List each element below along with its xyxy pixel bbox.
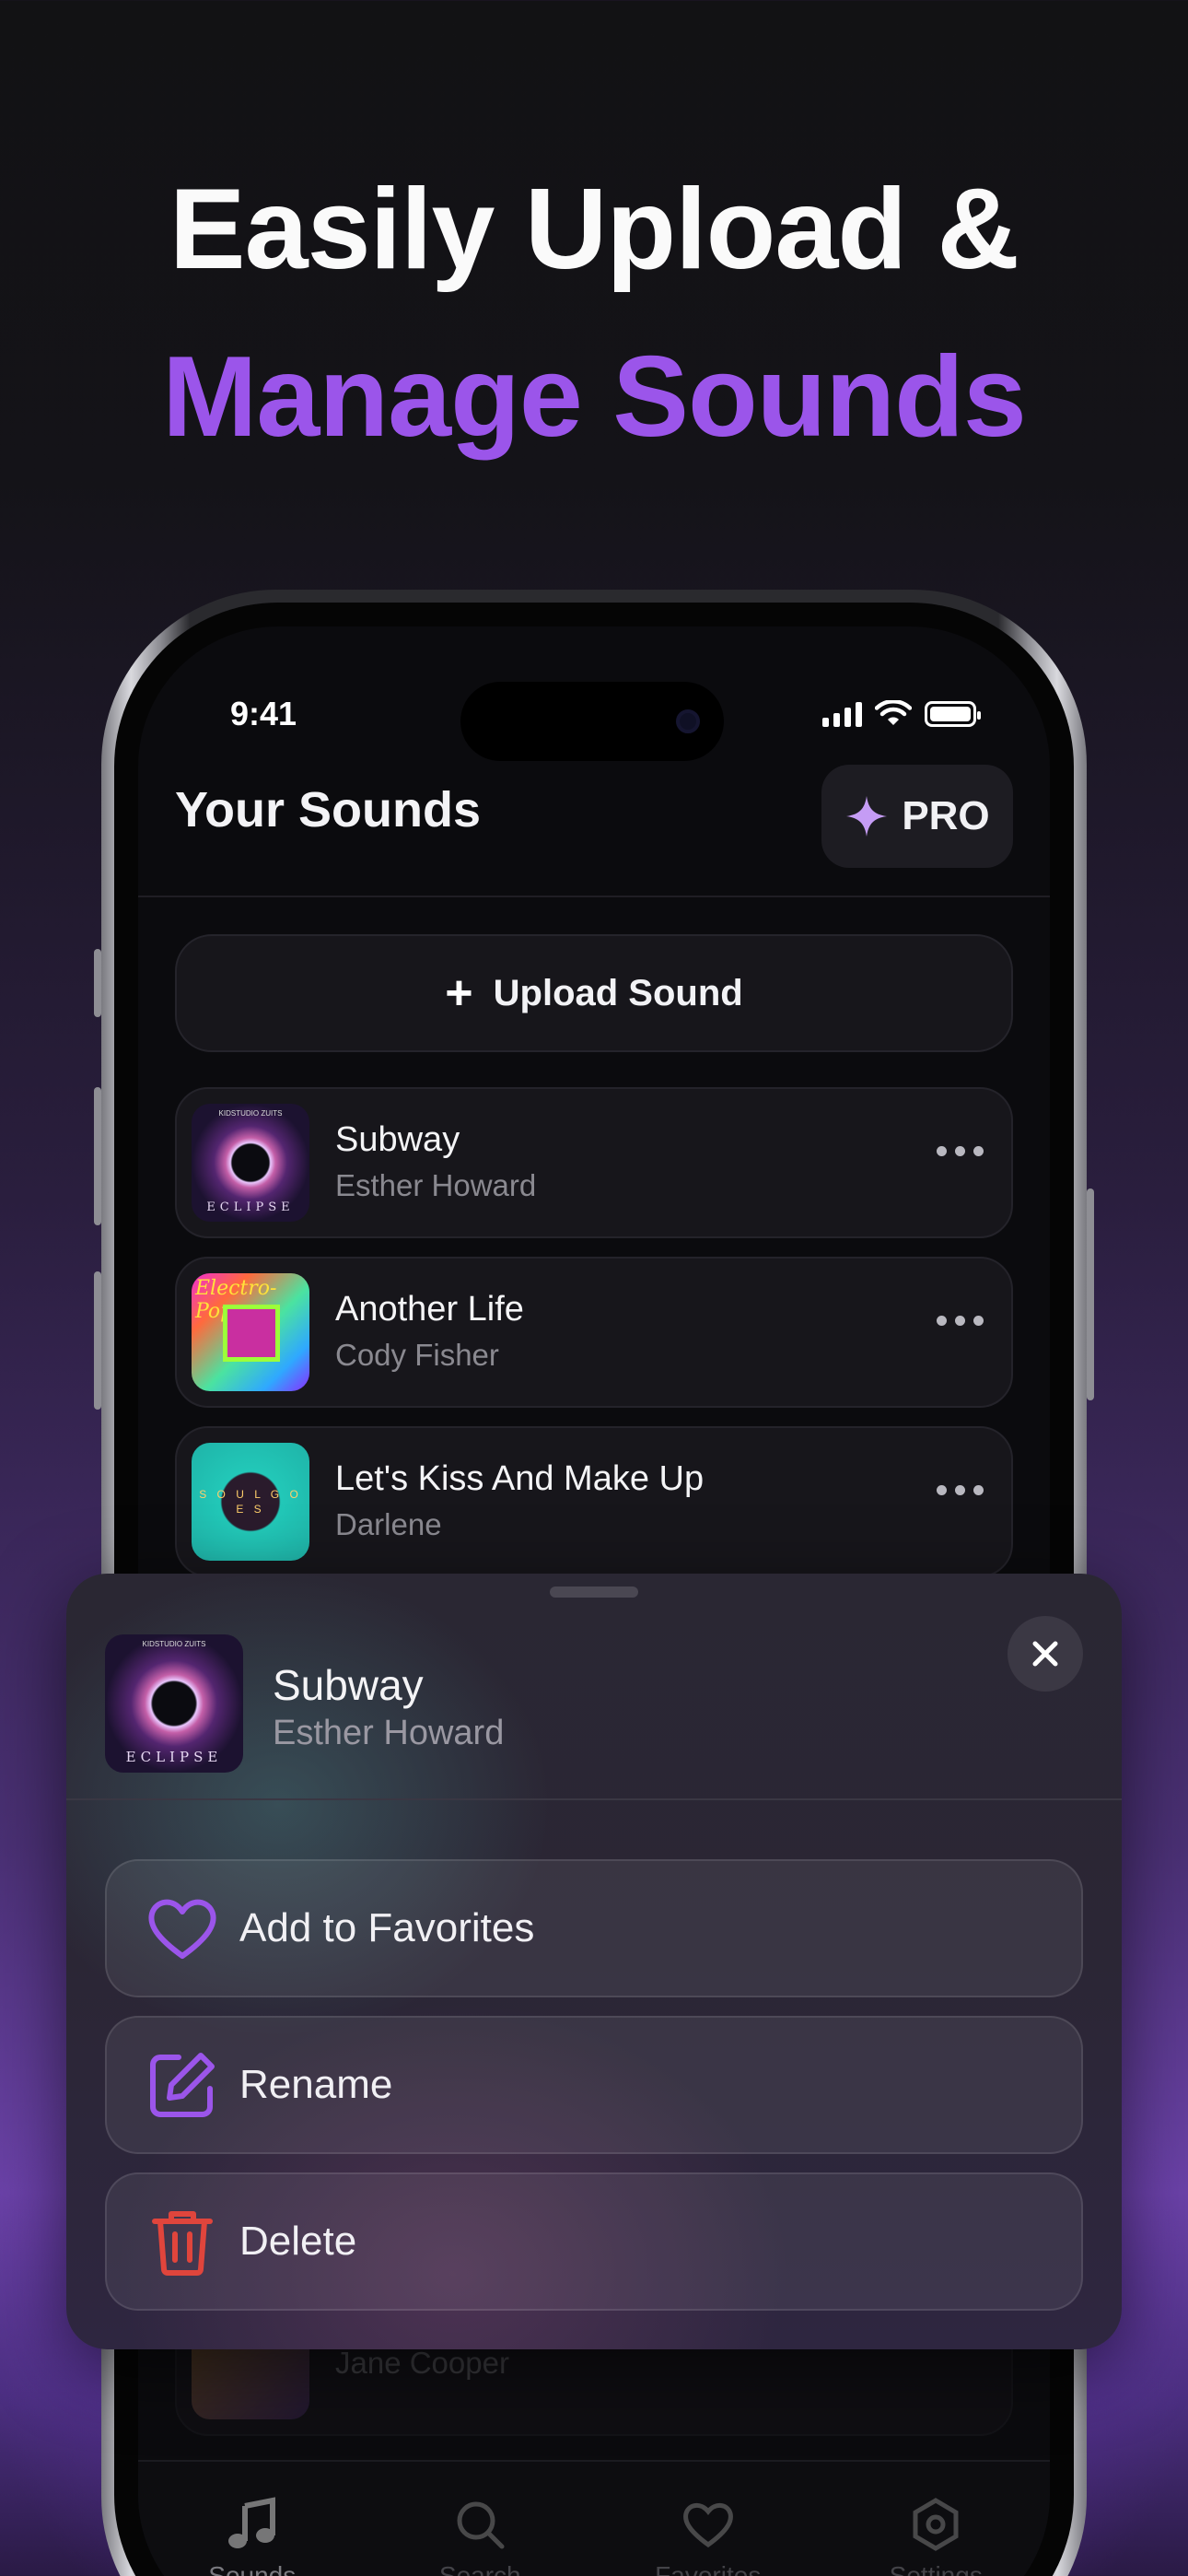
track-row[interactable]: S O U L G O E S Let's Kiss And Make Up D… (175, 1426, 1013, 1577)
album-art-top-text: KIDSTUDIO ZUITS (218, 1109, 283, 1118)
signal-icon (822, 701, 862, 727)
tab-bar: Sounds Search Favorites Settings (138, 2460, 1050, 2576)
trash-icon (152, 2211, 213, 2276)
pro-label: PRO (902, 793, 990, 838)
album-art: KIDSTUDIO ZUITS ECLIPSE (105, 1634, 243, 1773)
track-artist: Esther Howard (335, 1168, 537, 1202)
action-label: Delete (239, 2219, 357, 2264)
track-artist: Cody Fisher (335, 1338, 499, 1372)
status-time: 9:41 (230, 695, 297, 732)
track-title: Subway (335, 1120, 460, 1159)
tab-label: Favorites (655, 2561, 762, 2576)
sheet-divider (66, 1798, 1122, 1800)
phone-volume-down (94, 1271, 101, 1410)
tab-sounds[interactable]: Sounds (160, 2495, 344, 2576)
sheet-track-artist: Esther Howard (273, 1714, 505, 1752)
track-title: Another Life (335, 1290, 524, 1329)
track-row[interactable]: KIDSTUDIO ZUITS ECLIPSE Subway Esther Ho… (175, 1087, 1013, 1238)
close-button[interactable] (1007, 1616, 1083, 1692)
album-art: Electro-Pop (192, 1273, 309, 1391)
headline-line-1: Easily Upload & (169, 166, 1019, 293)
delete-button[interactable]: Delete (105, 2172, 1083, 2311)
sheet-grabber[interactable] (550, 1587, 638, 1598)
status-icons (822, 700, 981, 728)
album-art-text: S O U L G O E S (199, 1488, 302, 1516)
tab-label: Search (438, 2561, 521, 2576)
page-title: Your Sounds (175, 782, 481, 837)
header-divider (138, 896, 1050, 897)
tab-settings[interactable]: Settings (844, 2495, 1028, 2576)
sheet-track-title: Subway (273, 1661, 424, 1709)
settings-icon (913, 2498, 959, 2551)
more-options-icon[interactable] (937, 1146, 984, 1156)
plus-icon: + (445, 966, 473, 1020)
track-artist: Darlene (335, 1507, 442, 1541)
heart-icon (148, 1899, 216, 1959)
track-title: Let's Kiss And Make Up (335, 1459, 705, 1498)
edit-icon (150, 2053, 215, 2117)
album-art: S O U L G O E S (192, 1443, 309, 1561)
battery-icon (925, 701, 981, 727)
more-options-icon[interactable] (937, 1316, 984, 1326)
track-artist: Jane Cooper (335, 2346, 509, 2380)
album-art-top-text: KIDSTUDIO ZUITS (142, 1640, 206, 1648)
heart-icon (682, 2503, 733, 2548)
album-art-text: ECLIPSE (125, 1749, 223, 1765)
tab-search[interactable]: Search (388, 2495, 572, 2576)
action-label: Add to Favorites (239, 1905, 535, 1950)
headline-line-2: Manage Sounds (162, 334, 1027, 461)
upload-sound-label: Upload Sound (493, 972, 743, 1013)
search-icon (457, 2501, 505, 2549)
phone-volume-up (94, 1087, 101, 1225)
more-options-icon[interactable] (937, 1485, 984, 1495)
album-art: KIDSTUDIO ZUITS ECLIPSE (192, 1104, 309, 1222)
rename-button[interactable]: Rename (105, 2016, 1083, 2154)
album-art-text: ECLIPSE (206, 1200, 295, 1214)
wifi-icon (875, 700, 912, 725)
track-row[interactable]: Electro-Pop Another Life Cody Fisher (175, 1257, 1013, 1408)
music-note-icon (227, 2497, 275, 2548)
phone-power-button (1087, 1188, 1094, 1400)
track-options-sheet: KIDSTUDIO ZUITS ECLIPSE Subway Esther Ho… (66, 1574, 1122, 2349)
pro-button[interactable]: PRO (821, 765, 1013, 868)
action-label: Rename (239, 2062, 393, 2107)
close-icon (1032, 1641, 1058, 1667)
add-to-favorites-button[interactable]: Add to Favorites (105, 1859, 1083, 1997)
upload-sound-button[interactable]: + Upload Sound (175, 934, 1013, 1052)
tab-label: Sounds (208, 2561, 297, 2576)
dynamic-island (460, 682, 724, 761)
tab-favorites[interactable]: Favorites (616, 2495, 800, 2576)
tab-label: Settings (889, 2561, 983, 2576)
sparkle-icon (846, 796, 888, 837)
phone-mute-switch (94, 949, 101, 1017)
